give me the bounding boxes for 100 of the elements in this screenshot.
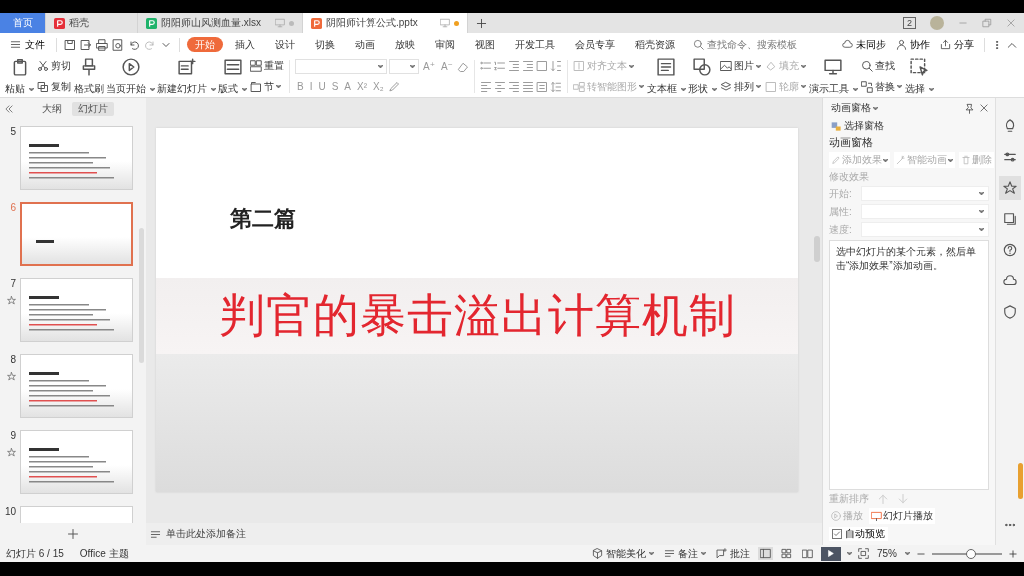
align-center-icon[interactable]	[493, 80, 506, 93]
ribbon-button[interactable]: 重置	[249, 60, 285, 73]
panel-tab[interactable]: 大纲	[36, 102, 68, 116]
checkbox[interactable]: 自动预览	[829, 527, 888, 541]
fit-icon[interactable]	[858, 548, 869, 559]
toolbar-button[interactable]: 协作	[893, 38, 933, 51]
slide-thumbnail[interactable]	[20, 278, 133, 342]
side-tool-button[interactable]	[999, 176, 1021, 200]
menu-tab[interactable]: 设计	[267, 37, 303, 52]
ribbon-button[interactable]: 查找	[859, 60, 903, 73]
menu-tab[interactable]: 会员专享	[567, 37, 623, 52]
ribbon-button[interactable]: 新建幻灯片	[156, 56, 217, 97]
avatar[interactable]	[930, 16, 944, 30]
preview-icon[interactable]	[112, 38, 124, 51]
window-count-badge[interactable]: 2	[903, 17, 916, 29]
ribbon-button[interactable]: 替换	[859, 80, 903, 93]
scrollbar[interactable]	[1018, 463, 1023, 499]
collapse-icon[interactable]	[4, 104, 14, 114]
dropdown-field[interactable]	[861, 222, 989, 238]
align-left-icon[interactable]	[479, 80, 492, 93]
menu-tab[interactable]: 稻壳资源	[627, 37, 683, 52]
highlight-icon[interactable]	[387, 81, 400, 93]
file-menu[interactable]: 文件	[6, 38, 49, 51]
menu-tab[interactable]: 视图	[467, 37, 503, 52]
ribbon-button[interactable]: 节	[249, 80, 285, 93]
view-button[interactable]	[800, 547, 815, 560]
dropdown-field[interactable]	[861, 186, 989, 202]
slide-thumbnail[interactable]	[20, 354, 133, 418]
close-icon[interactable]	[979, 103, 989, 113]
slide-thumbnail[interactable]	[20, 126, 133, 190]
line-spacing-icon[interactable]	[549, 80, 562, 93]
magic-icon	[896, 155, 906, 166]
ribbon-button[interactable]: 排列	[718, 80, 762, 93]
ribbon-button[interactable]: 剪切	[36, 60, 72, 73]
tab[interactable]: 阴阳师计算公式.pptx	[303, 13, 468, 33]
indent-decrease-icon[interactable]	[507, 60, 520, 73]
plus-icon[interactable]	[1008, 548, 1018, 559]
restore-icon[interactable]	[982, 18, 992, 28]
menu-tab[interactable]: 插入	[227, 37, 263, 52]
menu-tab[interactable]: 动画	[347, 37, 383, 52]
ribbon-button[interactable]: 演示工具	[807, 56, 859, 97]
ribbon-button[interactable]: 文本框	[645, 56, 687, 97]
menu-tab[interactable]: 切换	[307, 37, 343, 52]
tab[interactable]: 首页	[0, 13, 46, 33]
export-icon[interactable]	[80, 38, 92, 51]
slider-thumb[interactable]	[965, 548, 976, 559]
monitor-icon[interactable]	[440, 18, 450, 28]
zoom-level-button[interactable]: 75%	[875, 547, 899, 560]
beautify-button[interactable]: 智能美化	[590, 547, 656, 560]
eraser-icon[interactable]	[456, 60, 469, 73]
justify-icon[interactable]	[521, 80, 534, 93]
slideshow-button[interactable]: 幻灯片播放	[869, 508, 935, 524]
notes-button[interactable]: 备注	[662, 547, 708, 560]
scrollbar[interactable]	[814, 236, 820, 262]
toolbar-button[interactable]: 未同步	[839, 38, 889, 51]
ribbon-button[interactable]: 当页开始	[105, 56, 156, 97]
slide-thumbnail[interactable]	[20, 202, 133, 266]
monitor-icon[interactable]	[275, 18, 285, 28]
menu-tab[interactable]: 审阅	[427, 37, 463, 52]
sort-icon[interactable]	[549, 60, 562, 73]
selection-pane-button[interactable]: 选择窗格	[829, 119, 989, 133]
plus-icon[interactable]	[67, 528, 79, 540]
distribute-icon[interactable]	[535, 80, 548, 93]
bullet-list-icon[interactable]	[479, 60, 492, 73]
menu-tab[interactable]: 开发工具	[507, 37, 563, 52]
save-icon[interactable]	[64, 38, 76, 51]
notes-placeholder[interactable]: 单击此处添加备注	[166, 528, 246, 540]
undo-icon[interactable]	[128, 38, 140, 51]
panel-tab[interactable]: 幻灯片	[72, 102, 114, 116]
close-icon[interactable]	[1006, 18, 1016, 28]
scrollbar[interactable]	[139, 228, 144, 363]
numbered-list-icon[interactable]	[493, 60, 506, 73]
search-field[interactable]: 查找命令、搜索模板	[693, 38, 803, 51]
dropdown-field[interactable]	[861, 204, 989, 220]
check-icon	[833, 530, 841, 538]
font-size-field[interactable]	[389, 59, 419, 74]
slide-thumbnail[interactable]	[20, 430, 133, 494]
font-name-field[interactable]	[295, 59, 387, 74]
menu-tab[interactable]: 放映	[387, 37, 423, 52]
indent-increase-icon[interactable]	[521, 60, 534, 73]
ribbon-button[interactable]: 格式刷	[73, 56, 105, 97]
view-button[interactable]	[779, 547, 794, 560]
comments-button[interactable]: 批注	[714, 547, 752, 560]
ribbon-button[interactable]: 形状	[686, 56, 718, 97]
ribbon-button[interactable]: 版式	[217, 56, 248, 97]
view-button[interactable]	[758, 547, 773, 560]
align-right-icon[interactable]	[507, 80, 520, 93]
toolbar-button[interactable]: 分享	[937, 38, 977, 51]
slide-heading: 第二篇	[230, 206, 297, 233]
ribbon-button[interactable]: 粘贴	[4, 56, 35, 97]
ribbon-button[interactable]: 复制	[36, 80, 72, 93]
pane-title-menu[interactable]: 动画窗格	[829, 101, 880, 115]
trash-icon	[961, 155, 971, 166]
print-icon[interactable]	[96, 38, 108, 51]
more-icon[interactable]	[1004, 521, 1016, 529]
pin-icon[interactable]	[964, 102, 975, 114]
text-direction-icon[interactable]	[535, 60, 548, 73]
ribbon-button[interactable]: 选择	[903, 56, 935, 97]
ribbon-button[interactable]: 图片	[718, 60, 762, 73]
play-button[interactable]	[821, 546, 841, 561]
